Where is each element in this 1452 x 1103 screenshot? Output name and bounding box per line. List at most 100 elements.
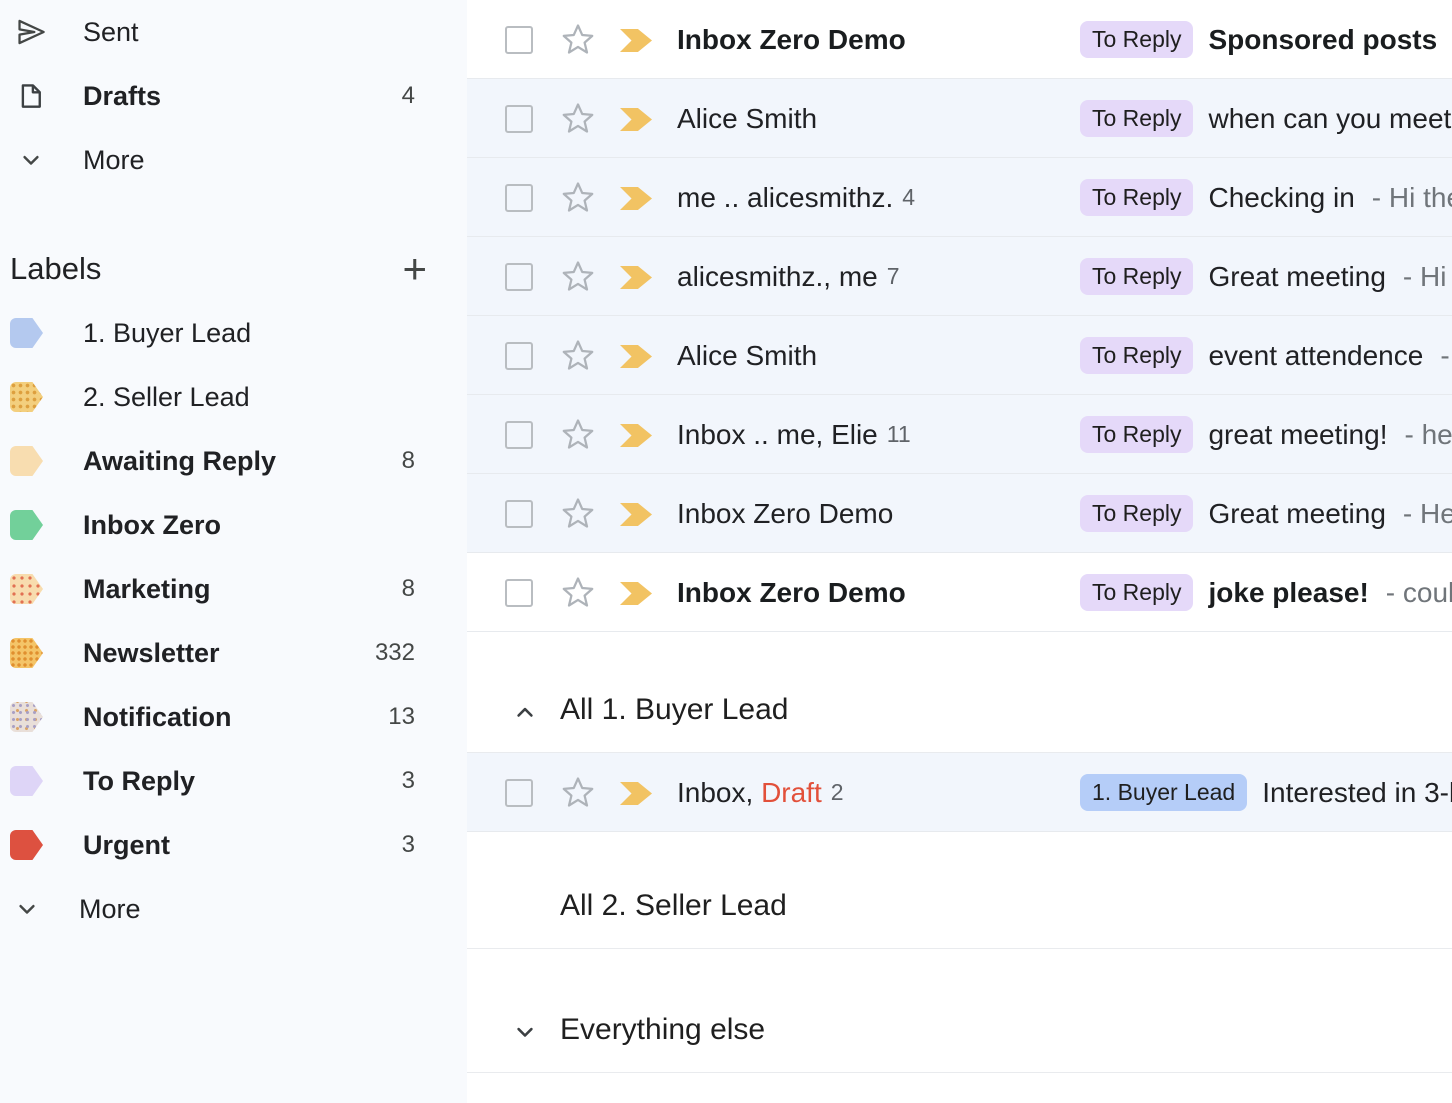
label-count: 8 <box>402 447 415 475</box>
star-icon[interactable] <box>560 179 596 215</box>
chevron-up-icon[interactable] <box>510 698 540 726</box>
label-tag-icon <box>10 574 43 604</box>
email-snippet: - Hey <box>1403 498 1452 530</box>
important-marker-icon[interactable] <box>620 186 652 211</box>
draft-icon <box>14 79 48 113</box>
sidebar-label-urgent[interactable]: Urgent 3 <box>0 813 467 877</box>
sidebar-item-drafts[interactable]: Drafts 4 <box>0 64 467 128</box>
sidebar-label-marketing[interactable]: Marketing 8 <box>0 557 467 621</box>
plus-icon[interactable]: + <box>402 248 427 290</box>
important-marker-icon[interactable] <box>620 28 652 53</box>
sidebar-item-more-labels[interactable]: More <box>0 877 467 941</box>
checkbox[interactable] <box>505 500 533 528</box>
label-count: 3 <box>402 767 415 795</box>
star-icon[interactable] <box>560 416 596 452</box>
label-name: 2. Seller Lead <box>83 382 250 413</box>
thread-count: 11 <box>887 421 911 448</box>
sidebar-label-buyer-lead[interactable]: 1. Buyer Lead <box>0 301 467 365</box>
email-row[interactable]: Inbox .. me, Elie11 To Reply great meeti… <box>467 395 1452 474</box>
sender-name: Alice Smith <box>677 340 817 372</box>
label-chip-to-reply[interactable]: To Reply <box>1080 258 1193 295</box>
label-name: To Reply <box>83 766 195 797</box>
label-count: 3 <box>402 831 415 859</box>
label-tag-icon <box>10 638 43 668</box>
label-chip-to-reply[interactable]: To Reply <box>1080 337 1193 374</box>
star-icon[interactable] <box>560 21 596 57</box>
important-marker-icon[interactable] <box>620 265 652 290</box>
email-subject: joke please! <box>1208 577 1368 609</box>
sidebar-label-newsletter[interactable]: Newsletter 332 <box>0 621 467 685</box>
important-marker-icon[interactable] <box>620 581 652 606</box>
star-icon[interactable] <box>560 495 596 531</box>
email-row-buyer-lead[interactable]: Inbox, Draft2 1. Buyer Lead Interested i… <box>467 753 1452 832</box>
sender-name: Inbox Zero Demo <box>677 577 906 609</box>
important-marker-icon[interactable] <box>620 781 652 806</box>
email-row[interactable]: Inbox Zero Demo To Reply Great meeting -… <box>467 474 1452 553</box>
email-subject: Great meeting <box>1208 261 1385 293</box>
label-tag-icon <box>10 446 43 476</box>
sidebar-label-to-reply[interactable]: To Reply 3 <box>0 749 467 813</box>
star-icon[interactable] <box>560 100 596 136</box>
checkbox[interactable] <box>505 263 533 291</box>
checkbox[interactable] <box>505 779 533 807</box>
checkbox[interactable] <box>505 579 533 607</box>
label-chip-to-reply[interactable]: To Reply <box>1080 574 1193 611</box>
sender-name: Alice Smith <box>677 103 817 135</box>
label-name: Notification <box>83 702 232 733</box>
label-chip-to-reply[interactable]: To Reply <box>1080 179 1193 216</box>
email-row[interactable]: Inbox Zero Demo To Reply joke please! - … <box>467 553 1452 632</box>
sidebar-item-sent[interactable]: Sent <box>0 0 467 64</box>
label-tag-icon <box>10 510 43 540</box>
section-header-buyer-lead[interactable]: All 1. Buyer Lead <box>467 632 1452 753</box>
star-icon[interactable] <box>560 774 596 810</box>
checkbox[interactable] <box>505 105 533 133</box>
sidebar-label-notification[interactable]: Notification 13 <box>0 685 467 749</box>
important-marker-icon[interactable] <box>620 423 652 448</box>
sender-name: Inbox, <box>677 777 753 809</box>
sidebar-label-awaiting-reply[interactable]: Awaiting Reply 8 <box>0 429 467 493</box>
label-tag-icon <box>10 382 43 412</box>
sidebar-item-label: More <box>83 145 145 176</box>
labels-title: Labels <box>10 251 101 287</box>
label-name: 1. Buyer Lead <box>83 318 251 349</box>
chevron-down-icon[interactable] <box>510 1018 540 1046</box>
label-name: Newsletter <box>83 638 220 669</box>
sidebar-label-seller-lead[interactable]: 2. Seller Lead <box>0 365 467 429</box>
checkbox[interactable] <box>505 184 533 212</box>
label-tag-icon <box>10 766 43 796</box>
email-row[interactable]: alicesmithz., me7 To Reply Great meeting… <box>467 237 1452 316</box>
label-name: Urgent <box>83 830 170 861</box>
label-chip-buyer-lead[interactable]: 1. Buyer Lead <box>1080 774 1247 811</box>
checkbox[interactable] <box>505 26 533 54</box>
checkbox[interactable] <box>505 421 533 449</box>
star-icon[interactable] <box>560 337 596 373</box>
sidebar-item-label: Sent <box>83 17 139 48</box>
email-row[interactable]: me .. alicesmithz.4 To Reply Checking in… <box>467 158 1452 237</box>
important-marker-icon[interactable] <box>620 344 652 369</box>
email-row[interactable]: Alice Smith To Reply when can you meet <box>467 79 1452 158</box>
sidebar-item-label: More <box>79 894 141 925</box>
star-icon[interactable] <box>560 574 596 610</box>
label-chip-to-reply[interactable]: To Reply <box>1080 495 1193 532</box>
label-chip-to-reply[interactable]: To Reply <box>1080 416 1193 453</box>
label-name: Marketing <box>83 574 211 605</box>
email-row[interactable]: Alice Smith To Reply event attendence - … <box>467 316 1452 395</box>
star-icon[interactable] <box>560 258 596 294</box>
section-header-seller-lead: All 2. Seller Lead <box>467 832 1452 949</box>
send-icon <box>14 15 48 49</box>
email-snippet: - hey <box>1404 419 1452 451</box>
label-chip-to-reply[interactable]: To Reply <box>1080 21 1193 58</box>
important-marker-icon[interactable] <box>620 502 652 527</box>
thread-count: 2 <box>831 779 844 806</box>
email-row[interactable]: Inbox Zero Demo To Reply Sponsored posts… <box>467 0 1452 79</box>
label-chip-to-reply[interactable]: To Reply <box>1080 100 1193 137</box>
email-subject: Interested in 3-b <box>1262 777 1452 809</box>
checkbox[interactable] <box>505 342 533 370</box>
section-title: All 1. Buyer Lead <box>560 692 788 728</box>
sidebar-item-label: Drafts <box>83 81 161 112</box>
important-marker-icon[interactable] <box>620 107 652 132</box>
sidebar-label-inbox-zero[interactable]: Inbox Zero <box>0 493 467 557</box>
section-header-everything-else[interactable]: Everything else <box>467 949 1452 1073</box>
drafts-count: 4 <box>402 82 415 110</box>
sidebar-item-more-top[interactable]: More <box>0 128 467 192</box>
